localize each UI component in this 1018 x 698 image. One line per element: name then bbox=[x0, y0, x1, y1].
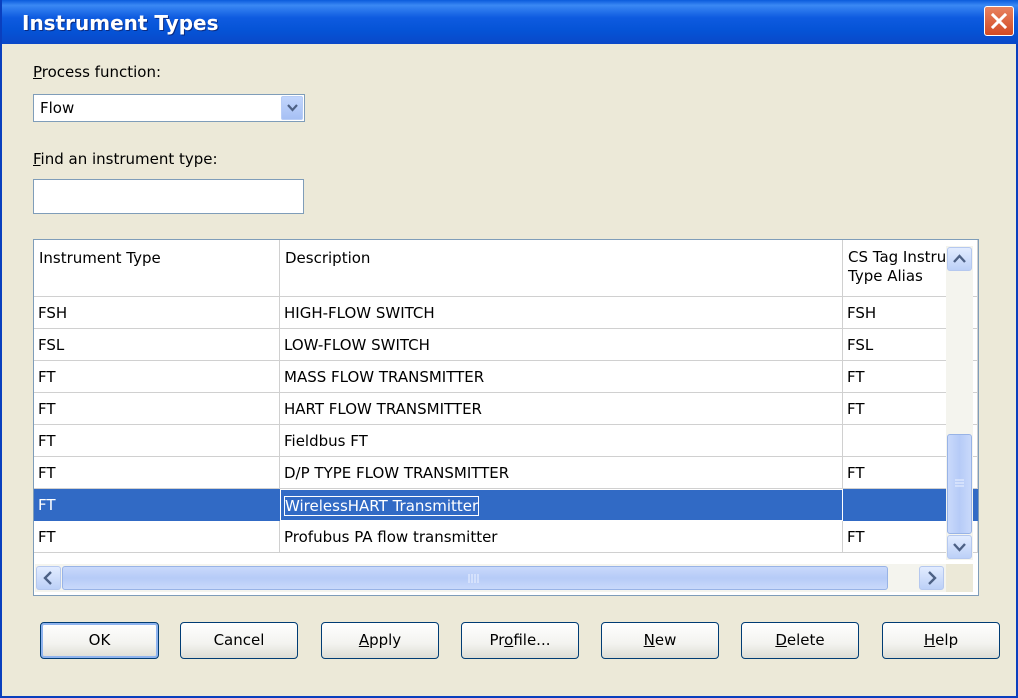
profile-button[interactable]: Profile... bbox=[461, 622, 579, 659]
scroll-down-button[interactable] bbox=[947, 535, 972, 559]
instrument-types-dialog: Instrument Types Process function: Flow … bbox=[0, 0, 1018, 698]
table-row[interactable]: FT Fieldbus FT bbox=[34, 425, 978, 457]
close-button[interactable] bbox=[984, 6, 1014, 36]
chevron-down-icon bbox=[953, 543, 966, 552]
cell-instrument-type[interactable]: FT bbox=[34, 361, 280, 393]
cell-description[interactable]: Profubus PA flow transmitter bbox=[280, 521, 843, 553]
cell-description[interactable]: D/P TYPE FLOW TRANSMITTER bbox=[280, 457, 843, 489]
chevron-down-icon bbox=[287, 104, 298, 112]
cell-instrument-type[interactable]: FSH bbox=[34, 297, 280, 329]
cell-instrument-type[interactable]: FT bbox=[34, 457, 280, 489]
ok-button[interactable]: OK bbox=[40, 622, 159, 659]
table-row[interactable]: FT Profubus PA flow transmitter FT bbox=[34, 521, 978, 553]
table-row[interactable]: FSH HIGH-FLOW SWITCH FSH bbox=[34, 297, 978, 329]
cell-instrument-type[interactable]: FSL bbox=[34, 329, 280, 361]
vertical-scroll-thumb[interactable] bbox=[947, 434, 972, 534]
grip-icon bbox=[468, 574, 479, 583]
cell-description[interactable]: HART FLOW TRANSMITTER bbox=[280, 393, 843, 425]
table-row[interactable]: FT HART FLOW TRANSMITTER FT bbox=[34, 393, 978, 425]
cell-description-editing[interactable]: WirelessHART Transmitter bbox=[280, 489, 843, 521]
scroll-right-button[interactable] bbox=[919, 566, 944, 590]
new-button[interactable]: New bbox=[601, 622, 719, 659]
horizontal-scroll-thumb[interactable] bbox=[62, 566, 888, 590]
cell-description[interactable]: LOW-FLOW SWITCH bbox=[280, 329, 843, 361]
column-header-instrument-type[interactable]: Instrument Type bbox=[34, 240, 280, 297]
cancel-button[interactable]: Cancel bbox=[180, 622, 298, 659]
cell-description[interactable]: MASS FLOW TRANSMITTER bbox=[280, 361, 843, 393]
vertical-scrollbar[interactable] bbox=[946, 246, 973, 560]
table-row-selected[interactable]: FT WirelessHART Transmitter bbox=[34, 489, 978, 521]
cell-instrument-type[interactable]: FT bbox=[34, 521, 280, 553]
grip-icon bbox=[955, 479, 964, 487]
table-row[interactable]: FT D/P TYPE FLOW TRANSMITTER FT bbox=[34, 457, 978, 489]
process-function-dropdown-button[interactable] bbox=[281, 96, 303, 120]
instrument-types-grid: Instrument Type Description CS Tag Instr… bbox=[33, 239, 979, 596]
find-instrument-type-label: Find an instrument type: bbox=[33, 150, 218, 168]
cell-description[interactable]: Fieldbus FT bbox=[280, 425, 843, 457]
chevron-up-icon bbox=[953, 254, 966, 263]
cell-instrument-type[interactable]: FT bbox=[34, 425, 280, 457]
horizontal-scrollbar[interactable] bbox=[35, 564, 946, 592]
process-function-select[interactable]: Flow bbox=[33, 94, 305, 122]
scroll-up-button[interactable] bbox=[947, 247, 972, 271]
column-header-description[interactable]: Description bbox=[280, 240, 843, 297]
chevron-right-icon bbox=[928, 571, 937, 585]
table-row[interactable]: FT MASS FLOW TRANSMITTER FT bbox=[34, 361, 978, 393]
chevron-left-icon bbox=[43, 571, 52, 585]
title-bar[interactable]: Instrument Types bbox=[2, 0, 1018, 44]
scroll-left-button[interactable] bbox=[36, 566, 61, 590]
cell-description-text: WirelessHART Transmitter bbox=[283, 496, 480, 516]
apply-button[interactable]: Apply bbox=[321, 622, 439, 659]
process-function-value: Flow bbox=[40, 99, 75, 117]
process-function-label: Process function: bbox=[33, 63, 162, 81]
table-row[interactable]: FSL LOW-FLOW SWITCH FSL bbox=[34, 329, 978, 361]
cell-instrument-type[interactable]: FT bbox=[34, 393, 280, 425]
cell-description[interactable]: HIGH-FLOW SWITCH bbox=[280, 297, 843, 329]
cell-instrument-type[interactable]: FT bbox=[34, 489, 280, 521]
delete-button[interactable]: Delete bbox=[741, 622, 859, 659]
close-icon bbox=[990, 12, 1008, 30]
dialog-title: Instrument Types bbox=[22, 11, 219, 35]
scrollbar-corner bbox=[946, 564, 973, 592]
help-button[interactable]: Help bbox=[882, 622, 1000, 659]
find-instrument-type-input[interactable] bbox=[33, 179, 304, 214]
